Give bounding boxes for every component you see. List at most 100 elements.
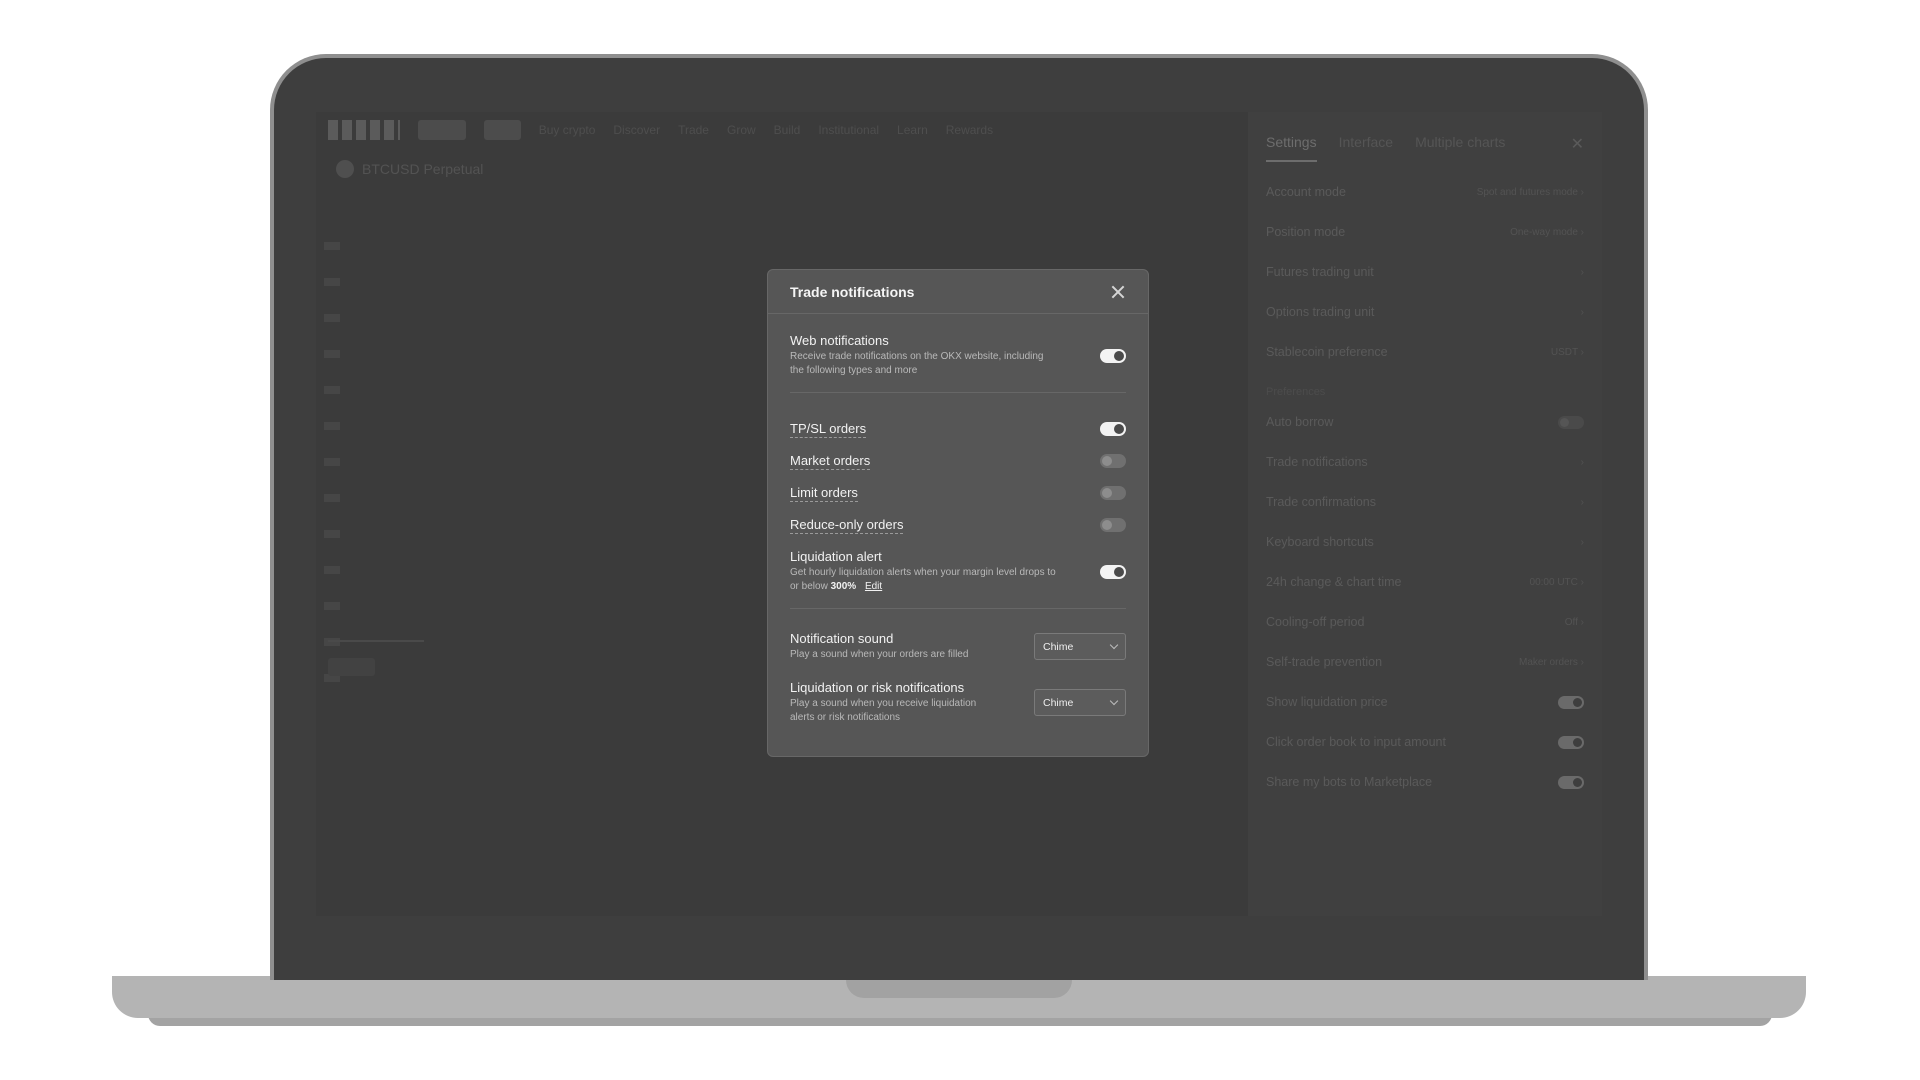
web-notifications-label: Web notifications [790, 333, 889, 348]
nav-item[interactable]: Rewards [946, 123, 993, 137]
select-value: Chime [1043, 696, 1074, 709]
nav-item[interactable]: Discover [613, 123, 660, 137]
chart-toolbar [324, 242, 340, 702]
nav-item[interactable]: Trade [678, 123, 709, 137]
settings-toggle[interactable] [1558, 735, 1584, 749]
settings-value-text: 00:00 UTC [1529, 576, 1578, 588]
desc-line: the following types and more [790, 365, 918, 376]
tab-multiple-charts[interactable]: Multiple charts [1415, 134, 1505, 162]
nav-item[interactable]: Buy crypto [539, 123, 596, 137]
close-icon[interactable] [1110, 284, 1126, 300]
reduce-only-orders-label: Reduce-only orders [790, 516, 904, 534]
settings-row[interactable]: 24h change & chart time 00:00 UTC › [1248, 562, 1602, 602]
desc-line: or below 300% Edit [790, 580, 1056, 594]
chevron-right-icon: › [1580, 266, 1584, 278]
settings-row-label: Self-trade prevention [1266, 655, 1383, 669]
liquidation-alert-toggle[interactable] [1100, 564, 1126, 579]
chevron-down-icon [1109, 696, 1119, 706]
settings-row[interactable]: Futures trading unit › [1248, 252, 1602, 292]
settings-row-label: Trade notifications [1266, 455, 1368, 469]
chevron-right-icon: › [1580, 536, 1584, 548]
market-orders-label: Market orders [790, 452, 871, 470]
nav-item[interactable]: Grow [727, 123, 756, 137]
tab-interface[interactable]: Interface [1339, 134, 1393, 162]
settings-row-value: › [1581, 267, 1584, 278]
settings-row[interactable]: Show liquidation price [1248, 682, 1602, 722]
settings-value-text: One-way mode [1510, 226, 1578, 238]
settings-row-value: One-way mode › [1510, 227, 1584, 238]
nav-item[interactable]: Build [774, 123, 801, 137]
settings-row-value: Maker orders › [1519, 657, 1584, 668]
desc-line: alerts or risk notifications [790, 712, 901, 723]
chevron-right-icon: › [1580, 306, 1584, 318]
settings-row[interactable]: Account mode Spot and futures mode › [1248, 172, 1602, 212]
market-orders-row: Market orders [790, 445, 1126, 477]
settings-toggle[interactable] [1558, 415, 1584, 429]
close-icon[interactable]: ✕ [1571, 134, 1584, 154]
settings-row-value: USDT › [1551, 347, 1584, 358]
settings-row[interactable]: Self-trade prevention Maker orders › [1248, 642, 1602, 682]
desc-prefix: or below [790, 581, 828, 592]
settings-toggle[interactable] [1558, 695, 1584, 709]
web-notifications-toggle[interactable] [1100, 348, 1126, 363]
settings-value-text: Maker orders [1518, 656, 1578, 668]
settings-tabs: Settings Interface Multiple charts ✕ [1248, 112, 1602, 162]
settings-row-value: › [1581, 497, 1584, 508]
settings-row[interactable]: Auto borrow [1248, 402, 1602, 442]
exchange-pill [418, 120, 467, 140]
settings-toggle[interactable] [1558, 775, 1584, 789]
settings-row[interactable]: Keyboard shortcuts › [1248, 522, 1602, 562]
risk-sound-select[interactable]: Chime [1034, 689, 1126, 716]
web-notifications-row: Web notifications Receive trade notifica… [790, 333, 1126, 378]
notification-sound-select[interactable]: Chime [1034, 633, 1126, 660]
desc-line: Get hourly liquidation alerts when your … [790, 567, 1056, 578]
settings-row-value: 00:00 UTC › [1530, 577, 1584, 588]
pair-name[interactable]: BTCUSD Perpetual [362, 161, 483, 177]
risk-sound-label: Liquidation or risk notifications [790, 680, 965, 695]
subtab [328, 658, 375, 676]
tpsl-orders-label: TP/SL orders [790, 420, 867, 438]
nav-item[interactable]: Learn [897, 123, 928, 137]
select-value: Chime [1043, 640, 1074, 653]
chevron-right-icon: › [1577, 226, 1584, 238]
reduce-only-orders-toggle[interactable] [1100, 518, 1126, 532]
edit-link[interactable]: Edit [865, 581, 882, 592]
settings-row-label: Stablecoin preference [1266, 345, 1388, 359]
chevron-right-icon: › [1580, 456, 1584, 468]
web-notifications-desc: Receive trade notifications on the OKX w… [790, 350, 1043, 378]
settings-value-text: Off [1564, 616, 1578, 628]
pair-bar: BTCUSD Perpetual [336, 160, 483, 178]
tpsl-orders-toggle[interactable] [1100, 422, 1126, 436]
notification-sound-label: Notification sound [790, 631, 894, 646]
limit-orders-toggle[interactable] [1100, 486, 1126, 500]
settings-row[interactable]: Trade confirmations › [1248, 482, 1602, 522]
modal-header: Trade notifications [768, 270, 1148, 314]
divider [790, 608, 1126, 609]
section-label: Preferences [1266, 386, 1326, 398]
chevron-right-icon: › [1577, 186, 1584, 198]
settings-row[interactable]: Cooling-off period Off › [1248, 602, 1602, 642]
settings-row-label: Cooling-off period [1266, 615, 1365, 629]
modal-body: Web notifications Receive trade notifica… [768, 333, 1148, 725]
settings-row[interactable]: Trade notifications › [1248, 442, 1602, 482]
settings-panel: Settings Interface Multiple charts ✕ Acc… [1248, 112, 1602, 916]
notification-sound-row: Notification sound Play a sound when you… [790, 631, 1126, 662]
liquidation-percent: 300% [830, 581, 857, 592]
tpsl-orders-row: TP/SL orders [790, 413, 1126, 445]
settings-row[interactable]: Stablecoin preference USDT › [1248, 332, 1602, 372]
settings-row[interactable]: Options trading unit › [1248, 292, 1602, 332]
laptop-screen: Buy crypto Discover Trade Grow Build Ins… [316, 112, 1602, 916]
settings-row-value: Spot and futures mode › [1477, 187, 1584, 198]
stage: Buy crypto Discover Trade Grow Build Ins… [0, 0, 1920, 1080]
settings-row-label: Auto borrow [1266, 415, 1334, 429]
web3-pill [484, 120, 521, 140]
market-orders-toggle[interactable] [1100, 454, 1126, 468]
settings-row[interactable]: Share my bots to Marketplace [1248, 762, 1602, 802]
settings-row[interactable]: Click order book to input amount [1248, 722, 1602, 762]
desc-line: Play a sound when you receive liquidatio… [790, 698, 977, 709]
tab-settings[interactable]: Settings [1266, 134, 1317, 162]
nav-item[interactable]: Institutional [818, 123, 879, 137]
settings-row-value: › [1581, 307, 1584, 318]
settings-row-label: 24h change & chart time [1266, 575, 1402, 589]
settings-row[interactable]: Position mode One-way mode › [1248, 212, 1602, 252]
